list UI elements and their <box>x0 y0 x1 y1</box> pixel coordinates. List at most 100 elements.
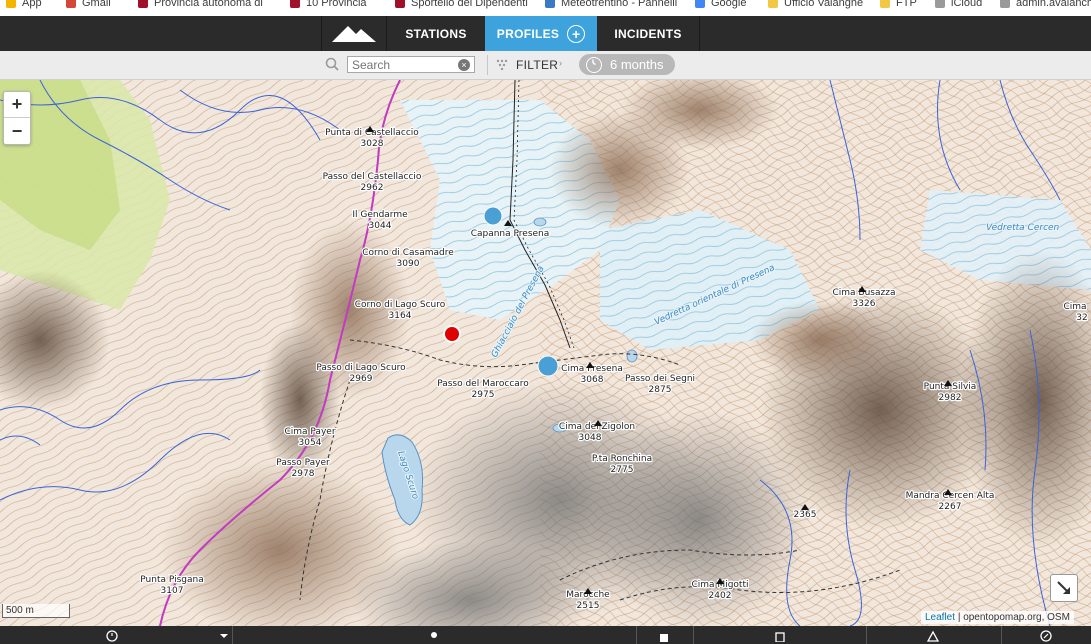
shield-icon <box>395 0 405 8</box>
peak-elevation: 32 <box>1076 313 1087 323</box>
bottom-separator <box>636 626 637 644</box>
profile-marker-presena[interactable] <box>537 355 559 377</box>
peak-elevation: 3164 <box>389 311 412 321</box>
bottom-separator <box>866 626 867 644</box>
peak-label: Passo del Castellaccio <box>323 172 422 182</box>
bookmark-meteotrentino[interactable]: Meteotrentino - Pannelli <box>545 0 677 12</box>
period-label: 6 months <box>610 57 664 72</box>
map-toolbar: × FILTER › 6 months <box>0 51 1091 80</box>
peak-elevation: 3068 <box>581 375 604 385</box>
pass-elevation: 2969 <box>350 374 373 384</box>
pass-elevation: 2978 <box>292 469 315 479</box>
zoom-in-button[interactable]: + <box>4 92 30 118</box>
peak-label: Corno di Casamadre <box>362 248 454 258</box>
gmail-icon <box>66 0 76 8</box>
pass-label: Passo del Maroccaro <box>437 379 529 389</box>
bookmarks-bar: App Gmail Provincia autonoma di 10 Provi… <box>0 0 1091 17</box>
map-attribution: Leaflet | opentopomap.org, OSM <box>921 611 1074 624</box>
location-pin-icon[interactable] <box>428 630 440 642</box>
bottom-separator <box>693 626 694 644</box>
zoom-out-button[interactable]: − <box>4 118 30 144</box>
search-icon <box>325 57 339 71</box>
bookmark-gmail[interactable]: Gmail <box>66 0 111 12</box>
peak-label: Il Gendarme <box>352 210 408 220</box>
peak-elevation: 2515 <box>577 601 600 611</box>
shield-icon <box>290 0 300 8</box>
filter-button[interactable]: FILTER <box>516 58 558 72</box>
nav-separator <box>699 16 700 51</box>
globe-icon <box>545 0 555 8</box>
app-navbar: STATIONS PROFILES + INCIDENTS <box>0 16 1091 51</box>
google-icon <box>695 0 705 8</box>
zoom-control: + − <box>3 91 31 145</box>
bookmark-google[interactable]: Google <box>695 0 746 12</box>
bottom-separator <box>1001 626 1002 644</box>
clear-search-icon[interactable]: × <box>458 59 470 71</box>
expand-map-button[interactable] <box>1050 574 1078 602</box>
pass-elevation: 2975 <box>472 390 495 400</box>
peak-elevation: 2775 <box>611 465 634 475</box>
globe-icon <box>1000 0 1010 8</box>
glacier-label: Vedretta Cercen <box>986 223 1060 233</box>
bottom-toolbar <box>0 626 1091 644</box>
profile-marker-capanna[interactable] <box>483 206 503 226</box>
search-input[interactable] <box>347 56 475 73</box>
peak-label: Corno di Lago Scuro <box>355 300 446 310</box>
scale-bar: 500 m <box>2 604 70 618</box>
peak-elevation: 3326 <box>853 299 876 309</box>
clock-icon[interactable] <box>106 630 118 642</box>
bookmark-ftp[interactable]: FTP <box>880 0 917 12</box>
peak-elevation: 3054 <box>299 438 322 448</box>
warning-icon[interactable] <box>927 630 939 642</box>
folder-icon <box>768 0 778 8</box>
bookmark-provincia[interactable]: Provincia autonoma di <box>138 0 263 12</box>
peak-elevation: 2365 <box>794 510 817 520</box>
dropdown-caret-icon[interactable] <box>218 630 230 642</box>
peak-elevation: 2267 <box>939 502 962 512</box>
peak-label: Cima <box>1063 302 1086 312</box>
shield-icon <box>138 0 148 8</box>
bookmark-icloud[interactable]: iCloud <box>935 0 982 12</box>
peak-elevation: 2402 <box>709 591 732 601</box>
pass-label: Passo di Lago Scuro <box>316 363 406 373</box>
add-profile-icon[interactable]: + <box>567 24 586 43</box>
bookmark-10-provincia[interactable]: 10 Provincia <box>290 0 367 12</box>
apple-icon <box>935 0 945 8</box>
leaflet-link[interactable]: Leaflet <box>925 612 955 623</box>
pass-elevation: 2875 <box>649 385 672 395</box>
pass-label: Passo Payer <box>276 458 330 468</box>
tab-stations[interactable]: STATIONS <box>387 16 485 51</box>
period-selector[interactable]: 6 months <box>579 54 675 75</box>
peak-label: Punta Pisgana <box>140 575 203 585</box>
peak-elevation: 2982 <box>939 393 962 403</box>
user-profile-icon[interactable] <box>774 630 786 642</box>
bookmark-sportello[interactable]: Sportello dei Dipendenti <box>395 0 528 12</box>
mountain-logo-icon[interactable] <box>322 16 386 51</box>
expand-arrow-icon <box>1057 581 1070 594</box>
peak-label: P.ta Ronchina <box>592 454 652 464</box>
peak-elevation: 3090 <box>397 259 420 269</box>
attribution-text: | opentopomap.org, OSM <box>957 612 1070 623</box>
bottom-separator <box>232 626 233 644</box>
bookmark-ufficio-valanghe[interactable]: Ufficio Valanghe <box>768 0 863 12</box>
filter-icon[interactable] <box>496 59 510 71</box>
hut-label: Capanna Presena <box>471 229 550 239</box>
compass-icon[interactable] <box>1040 630 1052 642</box>
peak-label: Cima Payer <box>284 427 335 437</box>
topo-map[interactable]: Punta di Castellaccio 3028 Passo del Cas… <box>0 80 1091 626</box>
bookmark-apps[interactable]: App <box>6 0 42 12</box>
peak-elevation: 3044 <box>369 221 392 231</box>
pass-label: Passo dei Segni <box>625 374 695 384</box>
peak-elevation: 3107 <box>161 586 184 596</box>
map-tiles[interactable]: Punta di Castellaccio 3028 Passo del Cas… <box>0 80 1091 626</box>
chevron-right-icon: › <box>559 58 562 68</box>
tab-profiles[interactable]: PROFILES + <box>485 16 597 51</box>
tab-incidents[interactable]: INCIDENTS <box>597 16 699 51</box>
peak-elevation: 2962 <box>361 183 384 193</box>
toolbar-divider <box>487 55 488 75</box>
folder-icon <box>880 0 890 8</box>
clock-icon <box>586 56 602 73</box>
chart-icon[interactable] <box>658 630 670 642</box>
bookmark-admin[interactable]: admin.avalanche <box>1000 0 1091 12</box>
incident-marker-red[interactable] <box>443 325 461 343</box>
